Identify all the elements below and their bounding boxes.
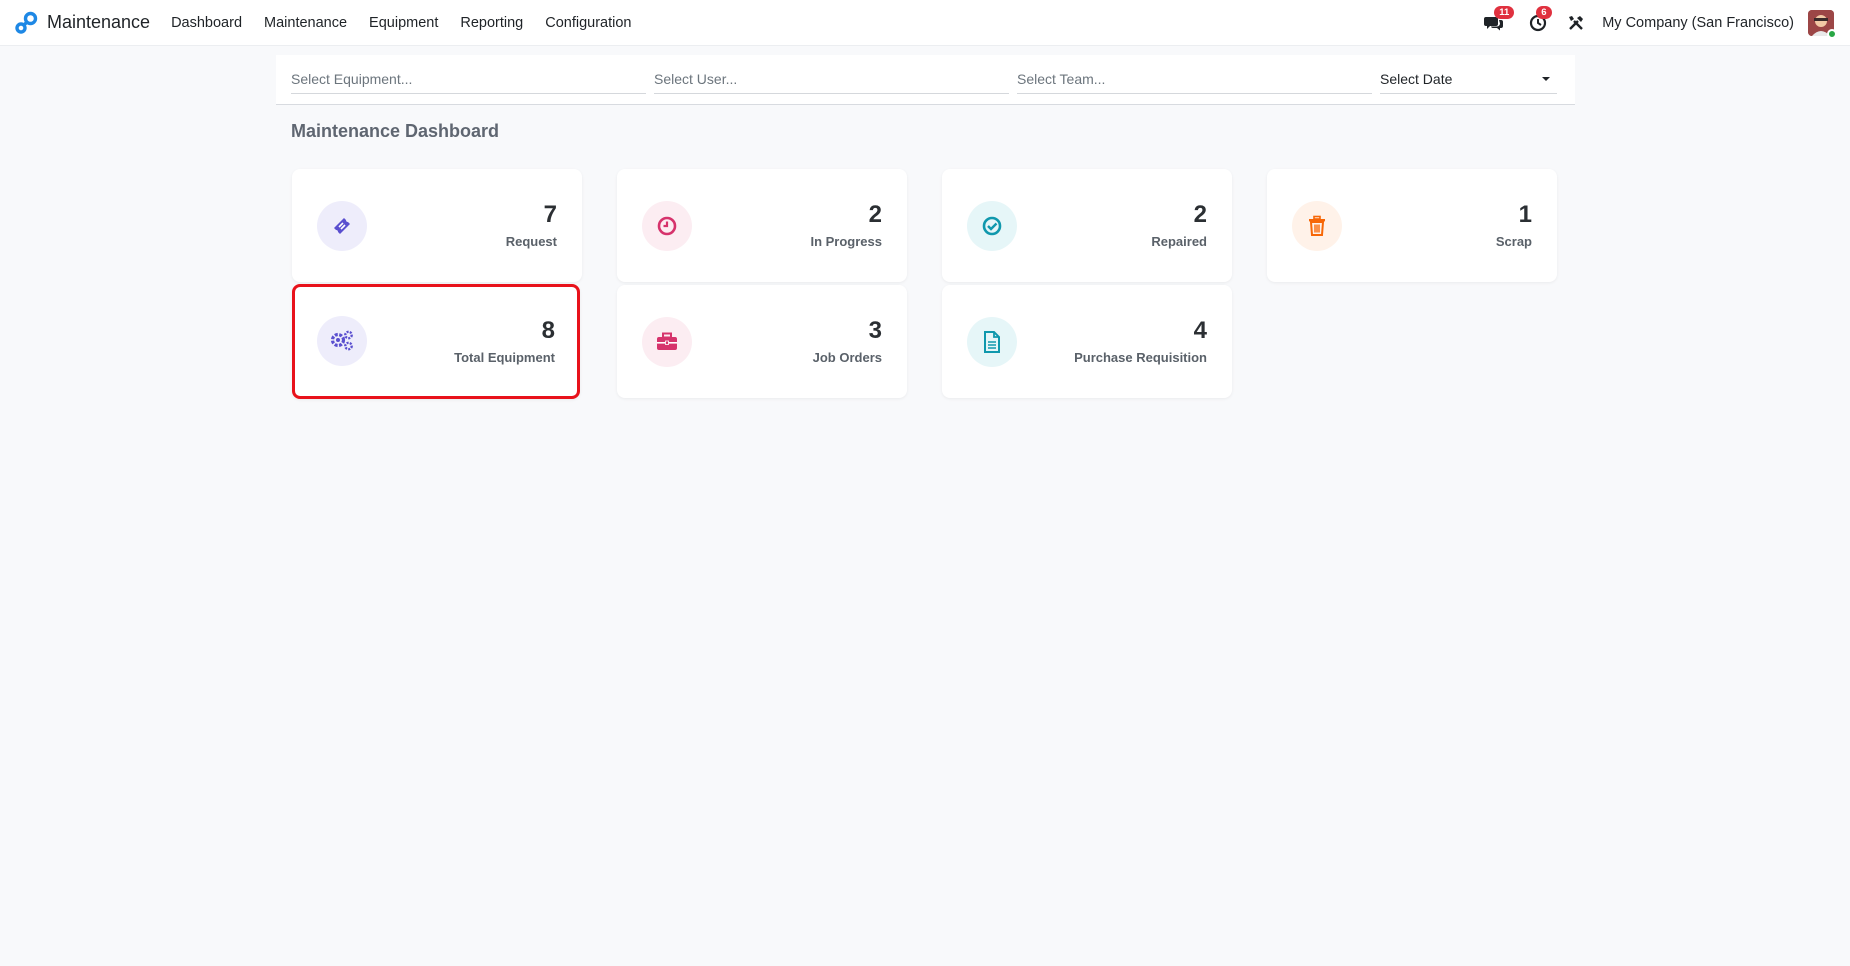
menu-equipment[interactable]: Equipment	[369, 15, 438, 31]
company-switcher[interactable]: My Company (San Francisco)	[1602, 15, 1794, 31]
in-progress-card-icon	[642, 201, 692, 251]
trash-icon	[1309, 215, 1325, 236]
filter-bar: Select Date	[276, 55, 1575, 105]
job-orders-card[interactable]: 3 Job Orders	[617, 285, 907, 398]
briefcase-icon	[657, 332, 677, 350]
messages-badge: 11	[1494, 6, 1515, 19]
request-count: 7	[543, 201, 557, 228]
in-progress-count: 2	[868, 201, 882, 228]
dashboard-title: Maintenance Dashboard	[291, 121, 500, 141]
scrap-count: 1	[1518, 201, 1532, 228]
online-status-dot	[1827, 29, 1837, 39]
request-card[interactable]: 7 Request	[292, 169, 582, 282]
in-progress-label: In Progress	[810, 234, 882, 249]
scrap-card-icon	[1292, 201, 1342, 251]
request-label: Request	[505, 234, 557, 249]
request-card-icon	[317, 201, 367, 251]
total-equipment-card-icon	[317, 316, 367, 366]
activities-badge: 6	[1536, 6, 1552, 19]
job-orders-count: 3	[868, 317, 882, 344]
menu-configuration[interactable]: Configuration	[545, 15, 631, 31]
purchase-requisition-count: 4	[1193, 317, 1207, 344]
repaired-count: 2	[1193, 201, 1207, 228]
ticket-icon	[334, 218, 350, 234]
total-equipment-label: Total Equipment	[454, 350, 555, 365]
app-brand[interactable]: Maintenance	[14, 11, 150, 35]
date-filter-label: Select Date	[1380, 70, 1453, 87]
app-title[interactable]: Maintenance	[47, 12, 150, 33]
gears-icon	[330, 330, 353, 351]
repaired-card-icon	[967, 201, 1017, 251]
total-equipment-card[interactable]: 8 Total Equipment	[292, 284, 580, 399]
in-progress-card[interactable]: 2 In Progress	[617, 169, 907, 282]
scrap-card[interactable]: 1 Scrap	[1267, 169, 1557, 282]
user-filter-input[interactable]	[654, 64, 1009, 94]
job-orders-label: Job Orders	[812, 350, 882, 365]
menu-maintenance[interactable]: Maintenance	[264, 15, 347, 31]
document-icon	[984, 331, 1000, 353]
scrap-label: Scrap	[1495, 234, 1532, 249]
app-logo-icon	[15, 11, 38, 34]
messages-button[interactable]: 11	[1482, 6, 1515, 35]
activities-button[interactable]: 6	[1526, 6, 1552, 35]
user-avatar[interactable]	[1808, 10, 1837, 39]
equipment-filter-input[interactable]	[291, 64, 646, 94]
date-filter-select[interactable]: Select Date	[1380, 64, 1557, 94]
caret-down-icon	[1542, 76, 1550, 81]
debug-tools-button[interactable]	[1564, 11, 1588, 35]
team-filter-input[interactable]	[1017, 64, 1372, 94]
job-orders-card-icon	[642, 317, 692, 367]
tools-icon	[1569, 16, 1584, 30]
top-navbar: Maintenance Dashboard Maintenance Equipm…	[0, 0, 1850, 46]
repaired-card[interactable]: 2 Repaired	[942, 169, 1232, 282]
menu-reporting[interactable]: Reporting	[460, 15, 523, 31]
repaired-label: Repaired	[1151, 234, 1207, 249]
main-menu: Dashboard Maintenance Equipment Reportin…	[171, 15, 653, 31]
menu-dashboard[interactable]: Dashboard	[171, 15, 242, 31]
clock-icon	[657, 216, 677, 236]
systray: 11 6 My Company (San Francisco)	[1482, 0, 1850, 46]
purchase-requisition-card-icon	[967, 317, 1017, 367]
check-circle-icon	[982, 216, 1002, 236]
total-equipment-count: 8	[541, 317, 555, 344]
purchase-requisition-label: Purchase Requisition	[1074, 350, 1207, 365]
purchase-requisition-card[interactable]: 4 Purchase Requisition	[942, 285, 1232, 398]
